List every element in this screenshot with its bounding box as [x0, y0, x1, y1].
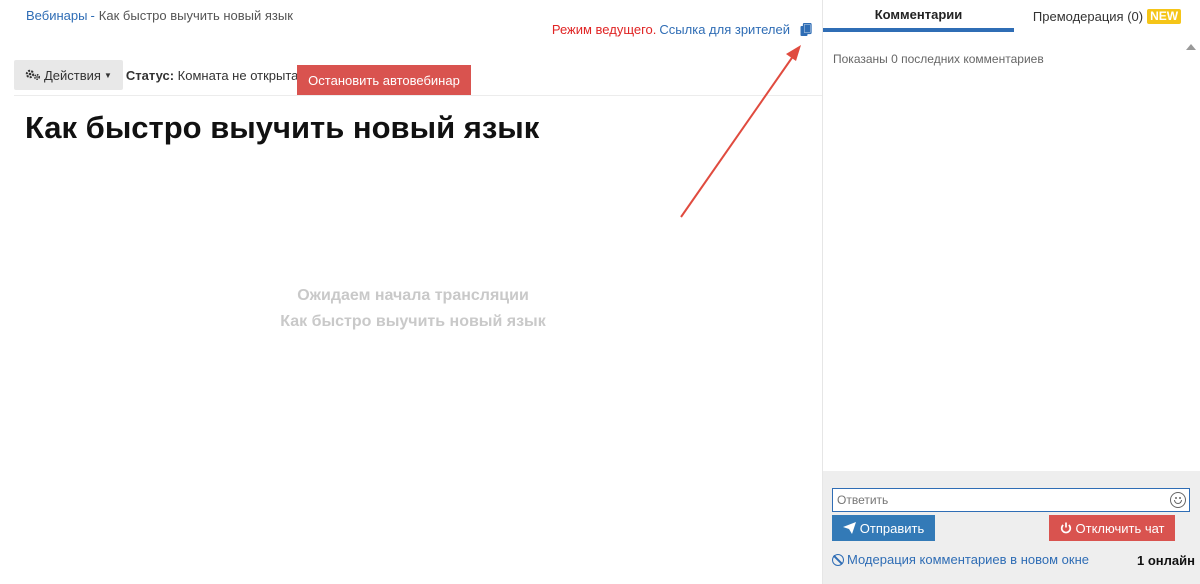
tab-premoderation[interactable]: Премодерация (0) NEW	[1014, 0, 1200, 32]
breadcrumb-current: Как быстро выучить новый язык	[98, 8, 293, 23]
waiting-line-1: Ожидаем начала трансляции	[297, 287, 529, 304]
disable-chat-button[interactable]: Отключить чат	[1049, 515, 1175, 541]
divider	[14, 95, 822, 96]
toolbar: Действия ▼ Статус: Комната не открыта Ос…	[14, 60, 471, 95]
breadcrumb-separator: -	[90, 8, 95, 23]
actions-dropdown[interactable]: Действия ▼	[14, 60, 123, 90]
page-title: Как быстро выучить новый язык	[25, 110, 540, 145]
disable-chat-label: Отключить чат	[1075, 520, 1165, 536]
breadcrumb-root-link[interactable]: Вебинары	[26, 8, 87, 23]
room-status: Статус: Комната не открыта	[126, 68, 299, 83]
waiting-line-2: Как быстро выучить новый язык	[280, 313, 546, 330]
moderation-link-label: Модерация комментариев в новом окне	[847, 552, 1089, 567]
caret-down-icon: ▼	[103, 70, 112, 80]
status-label: Статус:	[125, 67, 175, 83]
reply-input[interactable]	[832, 488, 1190, 512]
comments-count-text: Показаны 0 последних комментариев	[833, 52, 1044, 66]
stop-autowebinar-button[interactable]: Остановить автовебинар	[297, 65, 471, 95]
power-icon	[1060, 522, 1071, 534]
breadcrumb: Вебинары - Как быстро выучить новый язык	[26, 8, 293, 23]
emoji-smile-icon[interactable]	[1170, 492, 1186, 508]
tab-comments[interactable]: Комментарии	[823, 0, 1014, 32]
tab-premoderation-label: Премодерация (0)	[1032, 8, 1144, 24]
copy-icon[interactable]	[800, 22, 812, 37]
status-value: Комната не открыта	[177, 67, 299, 83]
new-badge: NEW	[1147, 8, 1182, 24]
comments-sidebar: Комментарии Премодерация (0) NEW Показан…	[822, 0, 1200, 584]
host-mode-text: Режим ведущего.	[551, 22, 657, 37]
paper-plane-icon	[842, 522, 856, 534]
waiting-placeholder: Ожидаем начала трансляции Как быстро выу…	[0, 283, 826, 335]
main-panel: Вебинары - Как быстро выучить новый язык Р…	[0, 0, 822, 584]
gears-icon	[25, 69, 41, 81]
chat-input-area: Отправить Отключить чат Модерация коммен…	[823, 471, 1200, 584]
send-button[interactable]: Отправить	[832, 515, 935, 541]
viewer-link[interactable]: Ссылка для зрителей	[659, 22, 790, 37]
actions-label: Действия	[44, 67, 101, 83]
sidebar-tabs: Комментарии Премодерация (0) NEW	[823, 0, 1200, 32]
host-line: Режим ведущего. Ссылка для зрителей	[552, 22, 812, 37]
scroll-up-arrow-icon[interactable]	[1186, 44, 1196, 50]
ban-icon	[832, 553, 844, 566]
moderation-link[interactable]: Модерация комментариев в новом окне	[832, 552, 1089, 567]
send-button-label: Отправить	[859, 520, 925, 536]
online-count: 1 онлайн	[1137, 553, 1195, 568]
